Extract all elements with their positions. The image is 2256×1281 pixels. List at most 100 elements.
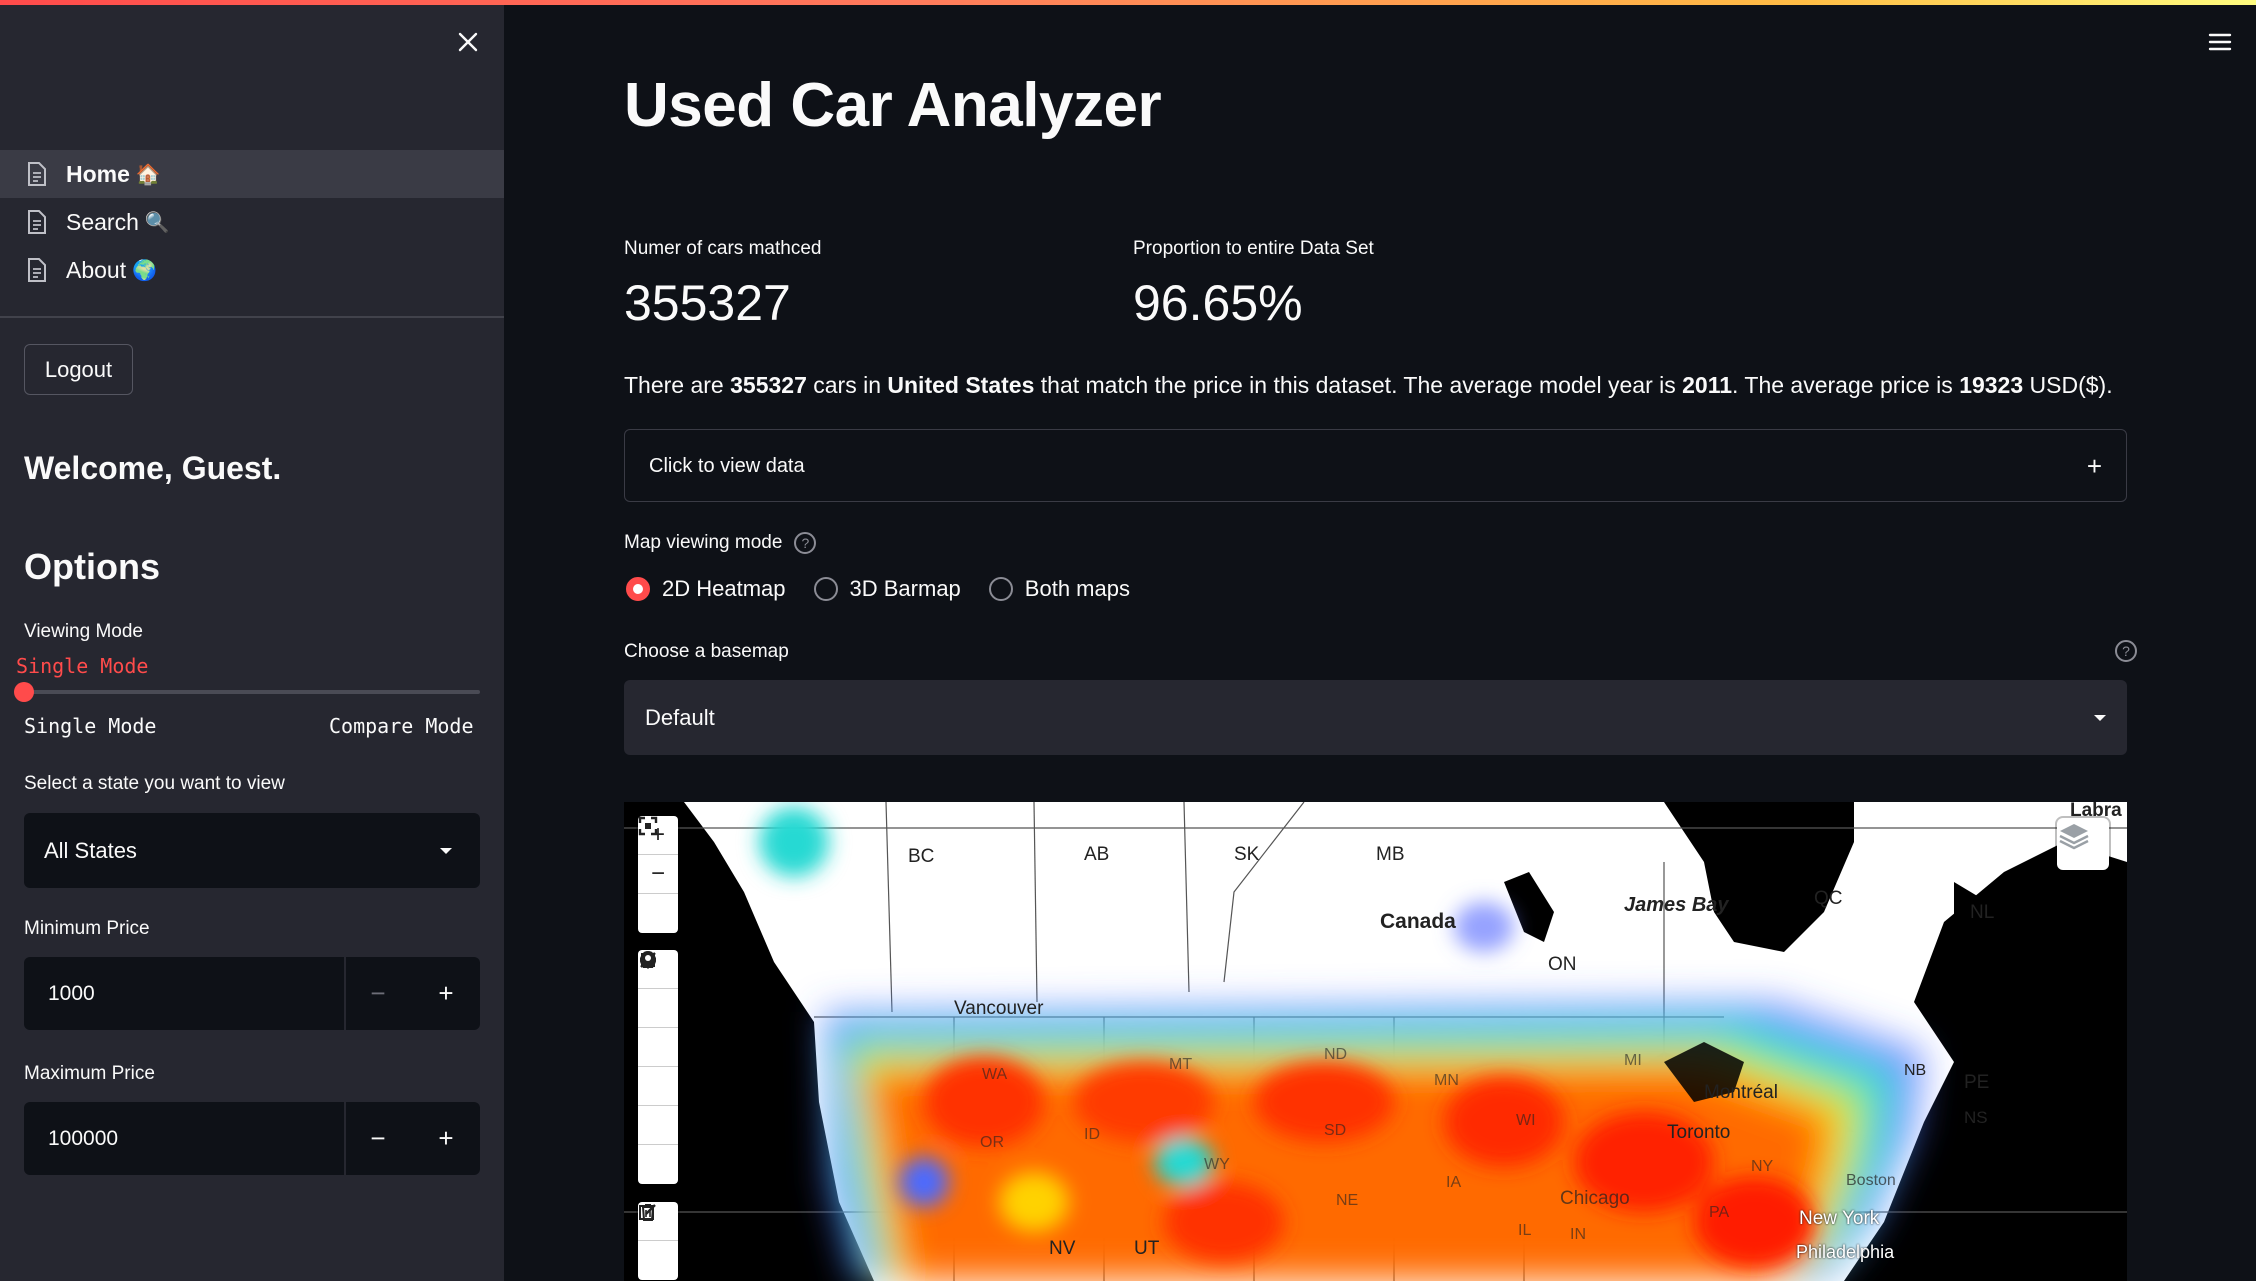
hamburger-menu-button[interactable]	[2204, 28, 2236, 56]
help-icon[interactable]: ?	[794, 532, 817, 554]
view-data-expander[interactable]: Click to view data +	[624, 429, 2127, 502]
nav-item-about[interactable]: About 🌍	[0, 246, 504, 294]
map-label: MT	[1169, 1056, 1193, 1073]
draw-polygon-button[interactable]	[638, 952, 678, 1028]
metric-cars-value: 355327	[624, 275, 791, 331]
plus-icon: +	[2086, 451, 2102, 481]
draw-circlemarker-button[interactable]	[638, 952, 678, 1184]
document-icon	[28, 258, 46, 282]
map-label: OR	[980, 1134, 1004, 1151]
metric-cars-label: Numer of cars mathced	[624, 238, 822, 259]
min-price-decrement-button[interactable]: −	[344, 957, 412, 1030]
delete-layers-button[interactable]	[638, 1204, 678, 1280]
close-sidebar-button[interactable]	[450, 24, 486, 60]
slider-min-label: Single Mode	[24, 714, 157, 738]
basemap-label: Choose a basemap	[624, 641, 789, 662]
map-label: SK	[1234, 844, 1260, 865]
summary-part: cars in	[806, 372, 888, 398]
map-label: Montréal	[1704, 1082, 1778, 1103]
map-label: PA	[1709, 1204, 1730, 1221]
radio-unselected-icon	[988, 577, 1013, 601]
max-price-decrement-button[interactable]: −	[344, 1102, 412, 1175]
hamburger-icon	[2208, 33, 2232, 51]
zoom-controls: + −	[638, 816, 678, 933]
state-select-value: All States	[44, 837, 137, 863]
document-icon	[28, 162, 46, 186]
radio-both-maps[interactable]: Both maps	[988, 576, 1130, 602]
welcome-heading: Welcome, Guest.	[24, 450, 282, 486]
draw-marker-button[interactable]	[638, 951, 678, 1145]
nav-item-label: Search	[66, 208, 139, 235]
map-mode-radio-group: 2D Heatmap 3D Barmap Both maps	[626, 576, 1158, 602]
nav-item-search[interactable]: Search 🔍	[0, 198, 504, 246]
viewing-mode-slider-track[interactable]	[24, 690, 480, 694]
fullscreen-button[interactable]	[638, 816, 678, 933]
sidebar: Home 🏠 Search 🔍 About 🌍 Logout Welcome, …	[0, 0, 504, 1281]
summary-part: There are	[624, 372, 731, 398]
summary-count: 355327	[730, 372, 807, 398]
metric-proportion-label: Proportion to entire Data Set	[1133, 238, 1374, 259]
min-price-value[interactable]: 1000	[48, 957, 95, 1030]
magnifier-icon: 🔍	[144, 211, 170, 234]
draw-rectangle-button[interactable]	[638, 953, 678, 1067]
max-price-input[interactable]: 100000 − +	[24, 1102, 480, 1175]
map-canvas	[624, 802, 2127, 1281]
min-price-label: Minimum Price	[24, 918, 150, 939]
summary-part: USD($).	[2023, 372, 2113, 398]
map-label: PE	[1964, 1072, 1990, 1093]
nav-item-home[interactable]: Home 🏠	[0, 150, 504, 198]
map-label: NL	[1970, 902, 1995, 923]
circle-marker-icon	[640, 952, 656, 968]
min-price-input[interactable]: 1000 − +	[24, 957, 480, 1030]
map-label: New York	[1799, 1208, 1880, 1229]
trash-icon	[642, 1204, 654, 1221]
map-label: Canada	[1380, 910, 1456, 933]
map-label: WI	[1516, 1112, 1536, 1129]
chevron-down-icon	[440, 848, 452, 854]
radio-2d-heatmap[interactable]: 2D Heatmap	[626, 576, 786, 602]
document-icon	[28, 210, 46, 234]
state-select[interactable]: All States	[24, 813, 480, 888]
map-label: James Bay	[1624, 894, 1729, 916]
close-icon	[458, 32, 478, 52]
map-label: WY	[1204, 1156, 1230, 1173]
map-label: Philadelphia	[1796, 1242, 1895, 1262]
nav-item-label: Home	[66, 160, 130, 187]
globe-icon: 🌍	[132, 259, 158, 282]
layer-control-button[interactable]	[2057, 818, 2109, 870]
map-label: AB	[1084, 844, 1110, 865]
map-mode-label-text: Map viewing mode	[624, 532, 783, 553]
viewing-mode-slider-thumb[interactable]	[14, 682, 34, 702]
sidebar-divider	[0, 316, 504, 318]
map-label: BC	[908, 846, 935, 867]
map-label: ND	[1324, 1046, 1348, 1063]
map-mode-label: Map viewing mode ?	[624, 532, 817, 554]
help-icon[interactable]: ?	[2115, 640, 2137, 662]
map-label: ID	[1084, 1126, 1100, 1143]
map-label: MI	[1624, 1052, 1642, 1069]
expander-label: Click to view data	[649, 455, 805, 477]
logout-button[interactable]: Logout	[24, 344, 133, 395]
map-label: NB	[1904, 1062, 1927, 1079]
map-label: MB	[1376, 844, 1405, 865]
radio-3d-barmap[interactable]: 3D Barmap	[813, 576, 961, 602]
map-label: IA	[1446, 1174, 1462, 1191]
basemap-select-value: Default	[645, 704, 715, 730]
heatmap-map[interactable]: + − BC AB SK MB Canada James Bay QC NL L…	[624, 802, 2127, 1281]
house-icon: 🏠	[135, 163, 161, 186]
draw-circle-button[interactable]	[638, 952, 678, 1106]
summary-text: There are 355327 cars in United States t…	[624, 372, 2113, 399]
max-price-increment-button[interactable]: +	[412, 1102, 480, 1175]
basemap-select[interactable]: Default	[624, 680, 2127, 755]
min-price-increment-button[interactable]: +	[412, 957, 480, 1030]
edit-toolbar	[638, 1202, 678, 1280]
chevron-down-icon	[2094, 715, 2106, 721]
map-label: WA	[982, 1066, 1008, 1083]
viewing-mode-label: Viewing Mode	[24, 621, 144, 642]
zoom-out-button[interactable]: −	[638, 855, 678, 894]
map-label: ON	[1548, 954, 1577, 975]
map-label: NV	[1049, 1238, 1076, 1259]
slider-max-label: Compare Mode	[329, 714, 474, 738]
state-select-label: Select a state you want to view	[24, 773, 285, 794]
max-price-value[interactable]: 100000	[48, 1102, 118, 1175]
